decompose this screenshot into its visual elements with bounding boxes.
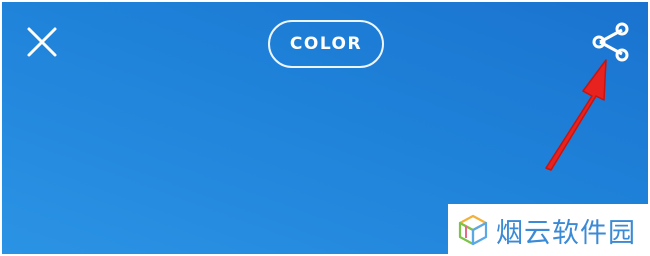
share-button[interactable]	[588, 20, 634, 66]
cube-logo-icon	[458, 214, 488, 246]
watermark: 烟云软件园	[448, 204, 650, 256]
color-mode-button[interactable]: COLOR	[268, 20, 384, 68]
close-icon	[27, 27, 57, 57]
watermark-text: 烟云软件园	[496, 217, 636, 249]
share-icon	[592, 22, 629, 62]
close-button[interactable]	[24, 24, 60, 60]
color-mode-label: COLOR	[289, 34, 363, 54]
